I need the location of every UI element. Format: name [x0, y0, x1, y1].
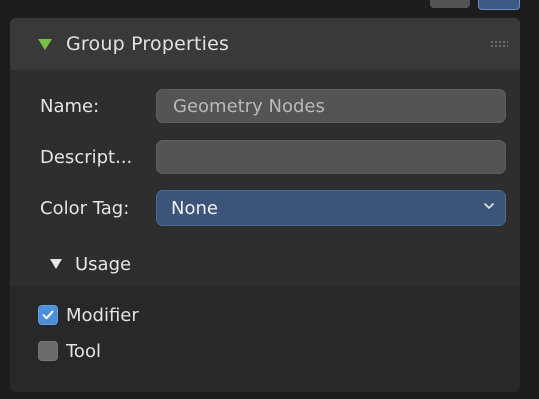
color-tag-label: Color Tag:	[40, 197, 130, 219]
chevron-down-icon	[484, 203, 494, 209]
color-tag-row: Color Tag: None	[10, 187, 520, 229]
color-tag-select[interactable]: None	[156, 190, 506, 226]
description-field[interactable]	[156, 140, 506, 174]
triangle-down-icon[interactable]	[38, 38, 52, 50]
group-properties-panel: Group Properties Name: Geometry Nodes De…	[10, 18, 520, 392]
panel-title: Group Properties	[66, 33, 230, 55]
usage-subpanel-body: Modifier Tool	[10, 286, 520, 392]
drag-handle-icon[interactable]	[490, 40, 508, 48]
toolbar-button[interactable]	[430, 0, 470, 8]
name-label: Name:	[40, 95, 100, 117]
checkmark-icon	[42, 310, 54, 320]
usage-title: Usage	[75, 253, 132, 275]
panel-header[interactable]: Group Properties	[10, 18, 520, 70]
name-value: Geometry Nodes	[173, 95, 325, 117]
description-label: Descript...	[40, 146, 133, 168]
modifier-label: Modifier	[66, 304, 139, 326]
modifier-checkbox[interactable]	[38, 305, 58, 325]
color-tag-value: None	[171, 197, 218, 219]
triangle-down-icon[interactable]	[50, 259, 62, 269]
tool-label: Tool	[66, 340, 101, 362]
name-field[interactable]: Geometry Nodes	[156, 89, 506, 123]
tool-checkbox[interactable]	[38, 341, 58, 361]
name-row: Name: Geometry Nodes	[10, 85, 520, 127]
usage-subpanel-header[interactable]: Usage	[10, 242, 520, 286]
top-toolbar-strip	[0, 0, 539, 12]
tool-option[interactable]: Tool	[38, 336, 101, 366]
description-row: Descript...	[10, 136, 520, 178]
toolbar-button-active[interactable]	[478, 0, 520, 10]
modifier-option[interactable]: Modifier	[38, 300, 139, 330]
